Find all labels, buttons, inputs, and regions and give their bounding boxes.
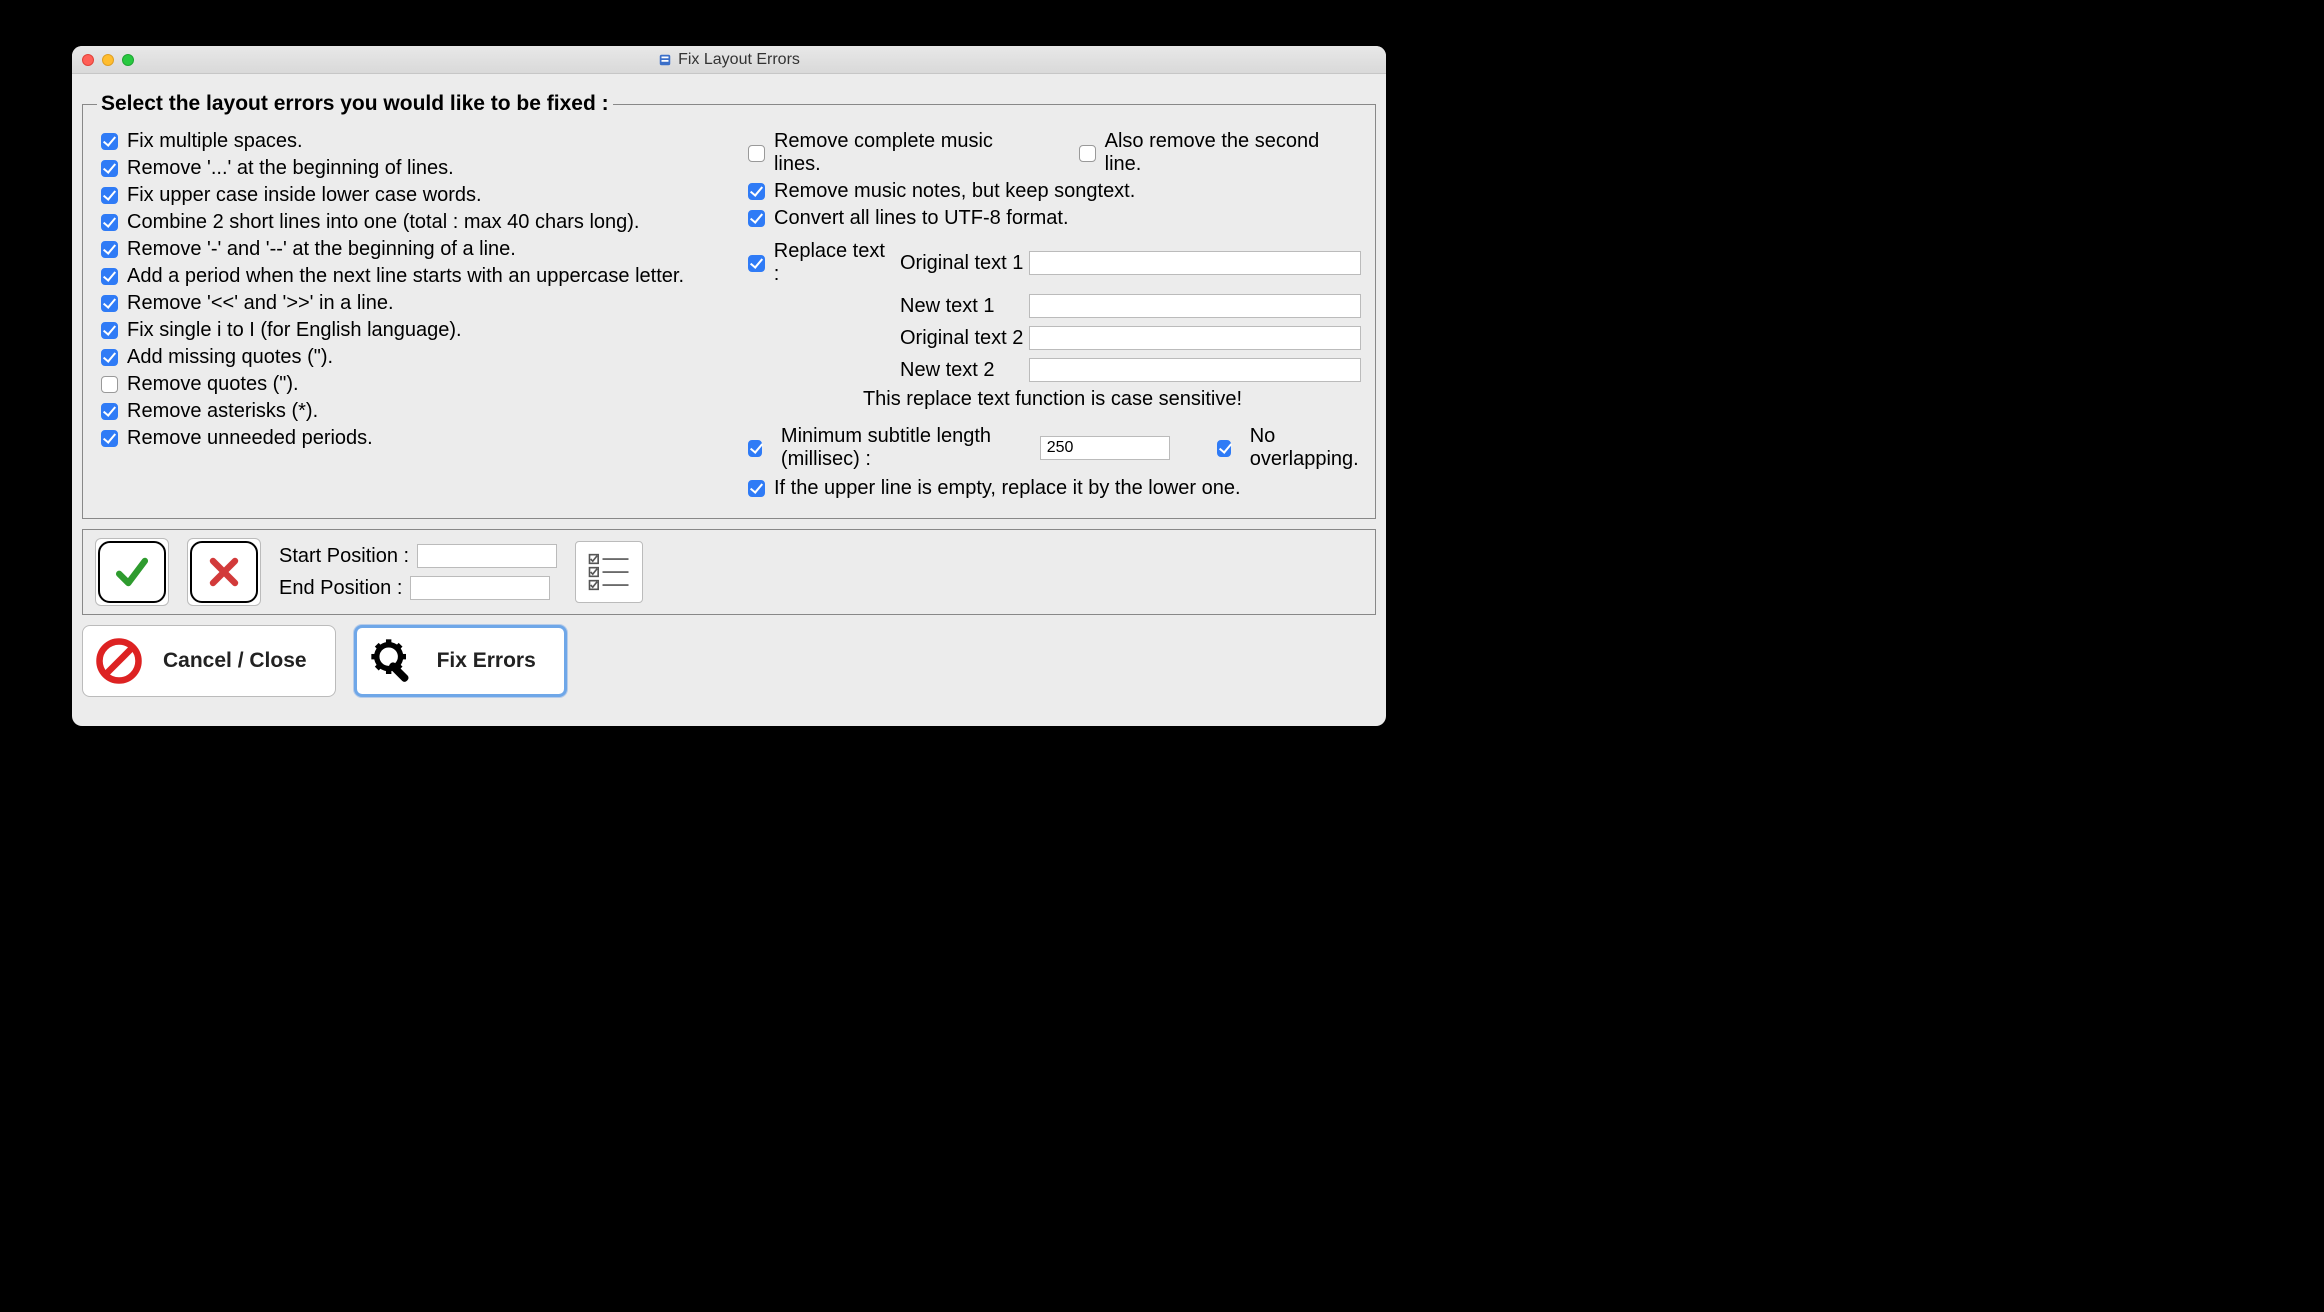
remove-music-lines-label: Remove complete music lines. xyxy=(774,130,1045,176)
end-position-input[interactable] xyxy=(410,576,550,600)
window-controls xyxy=(82,54,134,66)
min-length-label: Minimum subtitle length (millisec) : xyxy=(781,425,1024,471)
close-window-button[interactable] xyxy=(82,54,94,66)
add-missing-quotes-checkbox[interactable] xyxy=(101,349,118,366)
add-period-checkbox[interactable] xyxy=(101,268,118,285)
fix-single-i-checkbox[interactable] xyxy=(101,322,118,339)
cancel-button-label: Cancel / Close xyxy=(163,649,307,673)
original-text-2-label: Original text 2 xyxy=(900,327,1023,350)
remove-unneeded-periods-checkbox[interactable] xyxy=(101,430,118,447)
fix-errors-button[interactable]: Fix Errors xyxy=(354,625,567,697)
add-period-label: Add a period when the next line starts w… xyxy=(127,265,684,288)
gear-wrench-icon xyxy=(367,635,419,687)
prohibit-icon xyxy=(93,635,145,687)
remove-ellipsis-label: Remove '...' at the beginning of lines. xyxy=(127,157,454,180)
layout-errors-group: Select the layout errors you would like … xyxy=(82,92,1376,519)
left-column: Fix multiple spaces. Remove '...' at the… xyxy=(97,126,714,504)
new-text-2-label: New text 2 xyxy=(900,359,1023,382)
remove-asterisks-checkbox[interactable] xyxy=(101,403,118,420)
start-position-label: Start Position : xyxy=(279,545,409,568)
remove-music-notes-checkbox[interactable] xyxy=(748,183,765,200)
add-missing-quotes-label: Add missing quotes ("). xyxy=(127,346,333,369)
no-overlap-checkbox[interactable] xyxy=(1217,440,1231,457)
fix-upper-in-lower-label: Fix upper case inside lower case words. xyxy=(127,184,482,207)
replace-text-checkbox[interactable] xyxy=(748,255,765,272)
checklist-icon xyxy=(583,546,635,598)
start-position-input[interactable] xyxy=(417,544,557,568)
options-list-button[interactable] xyxy=(575,541,643,603)
range-group: Start Position : End Position : xyxy=(82,529,1376,615)
convert-utf8-label: Convert all lines to UTF-8 format. xyxy=(774,207,1069,230)
upper-empty-replace-checkbox[interactable] xyxy=(748,480,765,497)
remove-quotes-checkbox[interactable] xyxy=(101,376,118,393)
remove-anglebrackets-label: Remove '<<' and '>>' in a line. xyxy=(127,292,394,315)
no-overlap-label: No overlapping. xyxy=(1250,425,1361,471)
app-icon xyxy=(658,53,672,67)
replace-note: This replace text function is case sensi… xyxy=(744,388,1361,411)
new-text-1-input[interactable] xyxy=(1029,294,1361,318)
remove-music-lines-checkbox[interactable] xyxy=(748,145,765,162)
fix-multiple-spaces-checkbox[interactable] xyxy=(101,133,118,150)
remove-dashes-label: Remove '-' and '--' at the beginning of … xyxy=(127,238,516,261)
fix-multiple-spaces-label: Fix multiple spaces. xyxy=(127,130,303,153)
min-length-checkbox[interactable] xyxy=(748,440,762,457)
window-title: Fix Layout Errors xyxy=(72,51,1386,69)
original-text-2-input[interactable] xyxy=(1029,326,1361,350)
end-position-label: End Position : xyxy=(279,577,402,600)
maximize-window-button[interactable] xyxy=(122,54,134,66)
original-text-1-label: Original text 1 xyxy=(900,252,1023,275)
remove-unneeded-periods-label: Remove unneeded periods. xyxy=(127,427,373,450)
remove-music-notes-label: Remove music notes, but keep songtext. xyxy=(774,180,1135,203)
checkmark-icon xyxy=(110,550,154,594)
also-remove-second-checkbox[interactable] xyxy=(1079,145,1096,162)
also-remove-second-label: Also remove the second line. xyxy=(1105,130,1361,176)
combine-short-lines-label: Combine 2 short lines into one (total : … xyxy=(127,211,639,234)
fix-errors-button-label: Fix Errors xyxy=(437,649,536,673)
convert-utf8-checkbox[interactable] xyxy=(748,210,765,227)
cross-icon xyxy=(202,550,246,594)
fix-upper-in-lower-checkbox[interactable] xyxy=(101,187,118,204)
remove-ellipsis-checkbox[interactable] xyxy=(101,160,118,177)
cancel-button[interactable]: Cancel / Close xyxy=(82,625,336,697)
remove-dashes-checkbox[interactable] xyxy=(101,241,118,258)
remove-asterisks-label: Remove asterisks (*). xyxy=(127,400,318,423)
dialog-window: Fix Layout Errors Select the layout erro… xyxy=(72,46,1386,726)
titlebar: Fix Layout Errors xyxy=(72,46,1386,74)
new-text-2-input[interactable] xyxy=(1029,358,1361,382)
group-legend: Select the layout errors you would like … xyxy=(97,92,613,116)
upper-empty-replace-label: If the upper line is empty, replace it b… xyxy=(774,477,1241,500)
minimize-window-button[interactable] xyxy=(102,54,114,66)
remove-anglebrackets-checkbox[interactable] xyxy=(101,295,118,312)
replace-text-label: Replace text : xyxy=(774,240,894,286)
right-column: Remove complete music lines. Also remove… xyxy=(744,126,1361,504)
min-length-input[interactable] xyxy=(1040,436,1170,460)
fix-single-i-label: Fix single i to I (for English language)… xyxy=(127,319,462,342)
deselect-all-button[interactable] xyxy=(190,541,258,603)
combine-short-lines-checkbox[interactable] xyxy=(101,214,118,231)
select-all-button[interactable] xyxy=(98,541,166,603)
remove-quotes-label: Remove quotes ("). xyxy=(127,373,299,396)
new-text-1-label: New text 1 xyxy=(900,295,1023,318)
original-text-1-input[interactable] xyxy=(1029,251,1361,275)
